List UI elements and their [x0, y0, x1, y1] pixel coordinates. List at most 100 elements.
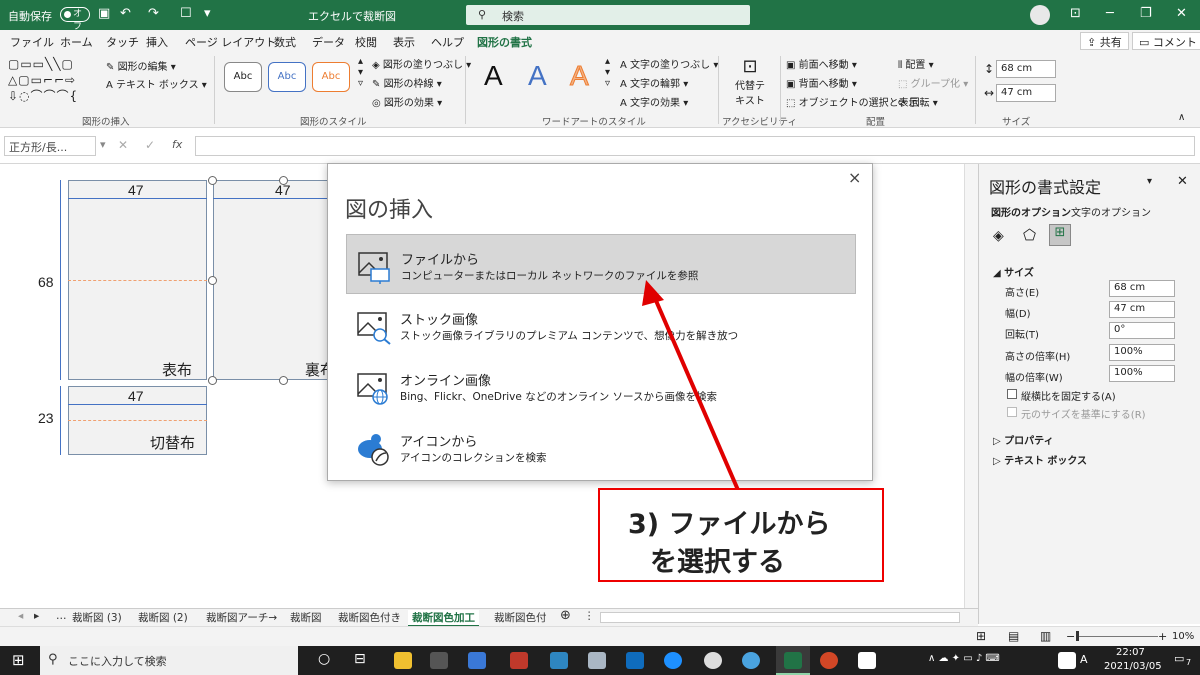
scale-width-input[interactable]: 100% [1109, 365, 1175, 382]
app-icon[interactable] [510, 652, 528, 669]
edge-icon[interactable] [664, 652, 682, 669]
clock-date[interactable]: 2021/03/05 [1104, 661, 1162, 672]
vertical-scrollbar[interactable] [964, 164, 978, 608]
menu-file[interactable]: ファイル [10, 34, 54, 50]
shape-fill-button[interactable]: ◈ 図形の塗りつぶし ▾ [372, 56, 471, 71]
zoom-in-icon[interactable]: + [1158, 630, 1167, 643]
cancel-icon[interactable]: ✕ [118, 138, 128, 152]
text-box-button[interactable]: A テキスト ボックス ▾ [106, 76, 207, 91]
alt-text-button[interactable]: ⊡ 代替テ キスト [730, 56, 770, 112]
wordart-style-2[interactable]: A [528, 60, 547, 92]
section-properties[interactable]: ▷ プロパティ [993, 432, 1054, 447]
dialog-close-button[interactable]: × [848, 168, 861, 187]
option-from-icons[interactable]: アイコンから アイコンのコレクションを検索 [346, 417, 856, 477]
redo-icon[interactable]: ↷ [148, 6, 159, 21]
search-box[interactable]: ⚲ 検索 [466, 5, 750, 25]
shape-style-2[interactable]: Abc [268, 62, 306, 92]
text-fill-button[interactable]: A 文字の塗りつぶし ▾ [620, 56, 718, 71]
resize-handle[interactable] [208, 276, 217, 285]
file-explorer-icon[interactable] [394, 652, 412, 669]
avatar[interactable] [1030, 5, 1050, 25]
restore-icon[interactable]: ❐ [1140, 6, 1152, 21]
menu-help[interactable]: ヘルプ [431, 34, 464, 50]
adobe-icon[interactable] [1058, 652, 1076, 669]
resize-handle[interactable] [208, 376, 217, 385]
option-from-file[interactable]: ファイルから コンピューターまたはローカル ネットワークのファイルを参照 [346, 234, 856, 294]
sheet-tab[interactable]: 裁断図アーチ→ [206, 610, 277, 625]
menu-page-layout[interactable]: ページ レイアウト [185, 34, 276, 50]
menu-review[interactable]: 校閲 [355, 34, 377, 50]
menu-home[interactable]: ホーム [60, 34, 93, 50]
windows-start-icon[interactable]: ⊞ [12, 651, 25, 669]
effects-icon[interactable]: ⬠ [1023, 226, 1036, 244]
save-icon[interactable]: ▣ [98, 6, 110, 21]
zoom-out-icon[interactable]: − [1066, 630, 1075, 643]
relative-original-checkbox[interactable] [1007, 407, 1017, 417]
resize-handle[interactable] [279, 376, 288, 385]
sheet-tab[interactable]: 裁断図 (3) [72, 610, 122, 625]
app-icon[interactable] [550, 652, 568, 669]
shape-style-3[interactable]: Abc [312, 62, 350, 92]
wordart-gallery-scroll[interactable]: ▴ ▾ ▿ [605, 56, 610, 89]
sheet-tab[interactable]: 裁断図色付き [338, 610, 401, 625]
send-backward-button[interactable]: ▣ 背面へ移動 ▾ [786, 75, 857, 90]
taskbar-search[interactable]: ⚲ ここに入力して検索 [40, 646, 298, 675]
text-outline-button[interactable]: A 文字の輪郭 ▾ [620, 75, 688, 90]
menu-insert[interactable]: 挿入 [146, 34, 168, 50]
resize-handle[interactable] [279, 176, 288, 185]
menu-shape-format[interactable]: 図形の書式 [477, 34, 532, 54]
clock-time[interactable]: 22:07 [1116, 647, 1145, 658]
close-icon[interactable]: ✕ [1176, 6, 1187, 21]
section-textbox[interactable]: ▷ テキスト ボックス [993, 452, 1087, 467]
resize-handle[interactable] [208, 176, 217, 185]
app-icon[interactable] [430, 652, 448, 669]
page-break-view-icon[interactable]: ▥ [1040, 629, 1051, 643]
menu-view[interactable]: 表示 [393, 34, 415, 50]
ime-indicator[interactable]: A [1080, 653, 1088, 666]
horizontal-scrollbar[interactable] [600, 612, 960, 623]
page-layout-view-icon[interactable]: ▤ [1008, 629, 1019, 643]
zoom-level[interactable]: 10% [1172, 631, 1194, 642]
customize-icon[interactable]: ▾ [204, 6, 211, 21]
tab-shape-options[interactable]: 図形のオプション [991, 204, 1071, 219]
outlook-icon[interactable] [626, 652, 644, 669]
align-button[interactable]: ⫴ 配置 ▾ [898, 56, 934, 71]
tray-icons[interactable]: ∧ ☁ ✦ ▭ ♪ ⌨ [928, 653, 1000, 664]
scroll-right-icon[interactable]: ▸ [34, 610, 39, 622]
text-effect-button[interactable]: A 文字の効果 ▾ [620, 94, 688, 109]
autosave-toggle[interactable]: オフ [60, 7, 90, 32]
scroll-left-icon[interactable]: ◂ [18, 610, 23, 622]
zoom-slider-thumb[interactable] [1076, 631, 1079, 641]
sheet-tab-active[interactable]: 裁断図色加工 [408, 610, 479, 627]
rotate-button[interactable]: ⟳ 回転 ▾ [898, 94, 938, 109]
menu-formulas[interactable]: 数式 [274, 34, 296, 50]
app-icon[interactable] [588, 652, 606, 669]
pane-close-icon[interactable]: ✕ [1177, 174, 1188, 189]
shape-gallery[interactable]: ▢▭▭╲╲▢ △▢▭⌐⌐⇨ ⇩◌⌒⌒⌒{ [8, 56, 108, 106]
share-button[interactable]: ⇪ 共有 [1080, 32, 1129, 50]
enter-icon[interactable]: ✓ [145, 138, 155, 152]
shape-style-1[interactable]: Abc [224, 62, 262, 92]
shape-outline-button[interactable]: ✎ 図形の枠線 ▾ [372, 75, 442, 90]
ribbon-display-icon[interactable]: ⊡ [1070, 6, 1081, 21]
app-icon[interactable] [468, 652, 486, 669]
app-icon[interactable] [704, 652, 722, 669]
rotation-input[interactable]: 0° [1109, 322, 1175, 339]
tab-ellipsis[interactable]: … [56, 610, 67, 622]
edit-shape-button[interactable]: ✎ 図形の編集 ▾ [106, 58, 176, 73]
pane-options-icon[interactable]: ▾ [1147, 176, 1152, 187]
shape-lining-cloth[interactable] [213, 180, 343, 380]
size-properties-icon[interactable]: ⊞ [1049, 224, 1071, 246]
sheet-tab[interactable]: 裁断図色付 [494, 610, 547, 625]
normal-view-icon[interactable]: ⊞ [976, 629, 986, 643]
bring-forward-button[interactable]: ▣ 前面へ移動 ▾ [786, 56, 857, 71]
zoom-slider[interactable] [1078, 636, 1158, 637]
menu-data[interactable]: データ [312, 34, 345, 50]
formula-input[interactable] [195, 136, 1195, 156]
sheet-tab[interactable]: 裁断図 [290, 610, 322, 625]
excel-taskbar-button[interactable] [776, 646, 810, 675]
name-box-dropdown-icon[interactable]: ▾ [100, 138, 106, 151]
height-input[interactable]: 68 cm [996, 60, 1056, 78]
insert-function-icon[interactable]: fx [172, 138, 182, 151]
menu-touch[interactable]: タッチ [106, 34, 139, 50]
